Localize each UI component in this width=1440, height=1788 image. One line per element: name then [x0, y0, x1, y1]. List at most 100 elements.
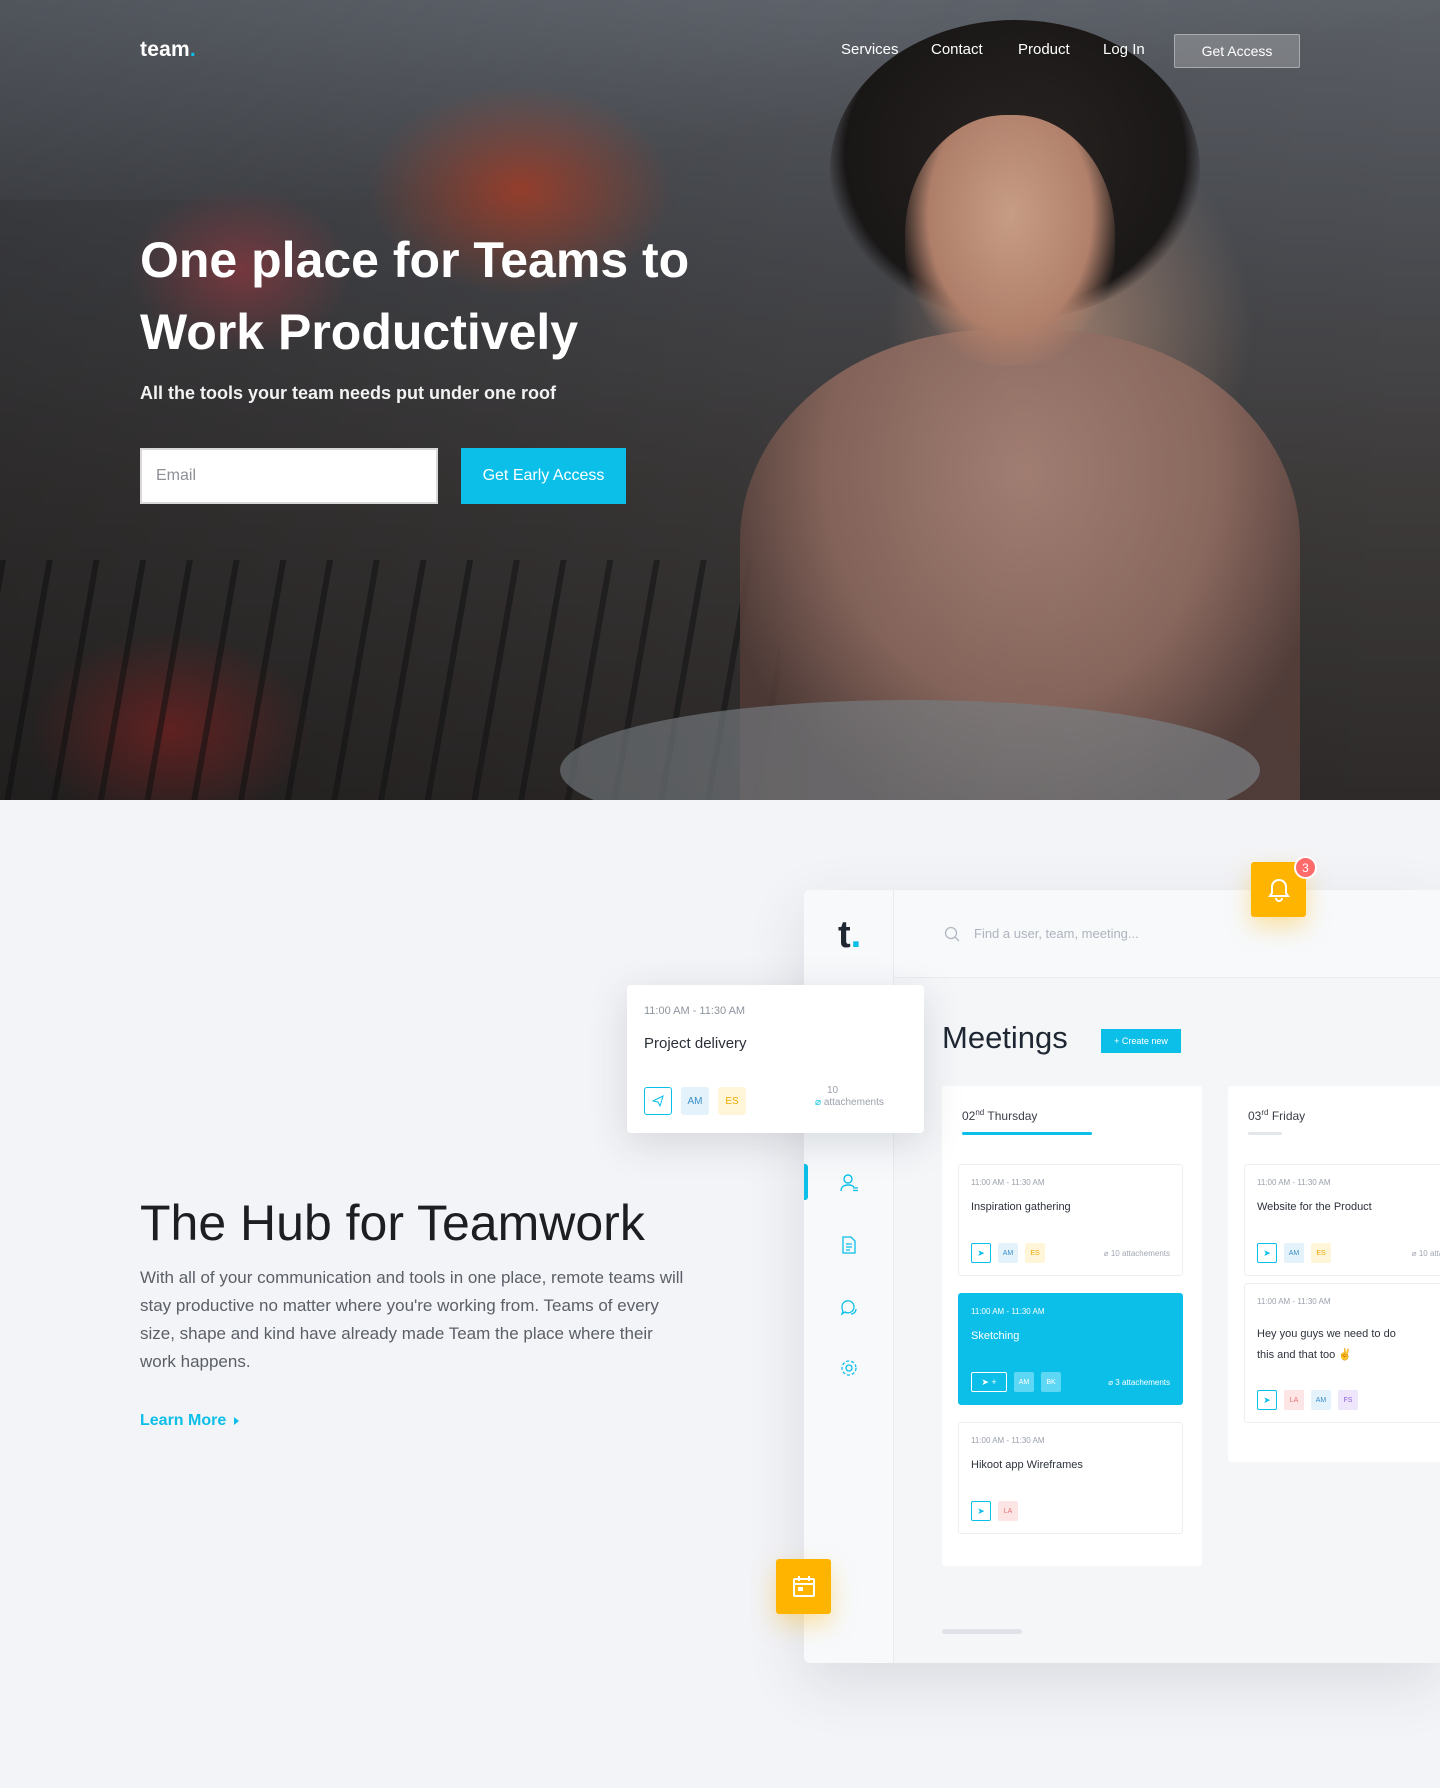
brand-logo-dot: .: [189, 38, 196, 61]
chat-icon[interactable]: [839, 1298, 859, 1318]
meeting-title: Website for the Product: [1257, 1201, 1372, 1213]
attachments-label: 3 attachements: [1115, 1378, 1170, 1387]
day-column-friday: 03rd Friday 11:00 AM - 11:30 AM Website …: [1228, 1086, 1440, 1462]
day-header[interactable]: 03rd Friday: [1248, 1108, 1305, 1123]
day-header[interactable]: 02nd Thursday: [962, 1108, 1037, 1123]
meeting-actions: ➤ + AM BK: [971, 1372, 1061, 1392]
meeting-time: 11:00 AM - 11:30 AM: [1257, 1178, 1331, 1187]
day-date-suffix: rd: [1261, 1108, 1269, 1117]
meeting-card[interactable]: 11:00 AM - 11:30 AM Hey you guys we need…: [1244, 1283, 1440, 1423]
hero-subtitle: All the tools your team needs put under …: [140, 383, 557, 403]
meeting-actions: ➤ AM ES: [1257, 1243, 1331, 1263]
day-weekday: Thursday: [987, 1109, 1038, 1123]
learn-more-link[interactable]: Learn More: [140, 1412, 240, 1430]
caret-right-icon: [234, 1417, 240, 1425]
day-tab-indicator: [962, 1132, 1092, 1135]
meeting-actions: ➤ AM ES: [971, 1243, 1045, 1263]
meeting-attachments[interactable]: ⌀ 10 attachements: [1104, 1249, 1170, 1258]
day-weekday: Friday: [1271, 1109, 1306, 1123]
meeting-time: 11:00 AM - 11:30 AM: [644, 1005, 746, 1017]
meeting-title: Sketching: [971, 1330, 1020, 1342]
nav-link-services[interactable]: Services: [841, 41, 899, 58]
meeting-time: 11:00 AM - 11:30 AM: [971, 1178, 1045, 1187]
avatar-chip[interactable]: ES: [1311, 1243, 1331, 1263]
paperclip-icon: ⌀: [1103, 1249, 1109, 1258]
send-icon[interactable]: ➤: [1257, 1390, 1277, 1410]
meeting-attachments[interactable]: ⌀ 3 attachements: [1108, 1378, 1170, 1387]
meeting-actions: ➤ LA: [971, 1501, 1018, 1521]
user-icon[interactable]: [839, 1173, 859, 1193]
calendar-icon: [792, 1575, 815, 1597]
day-column-thursday: 02nd Thursday 11:00 AM - 11:30 AM Inspir…: [942, 1086, 1202, 1566]
app-search-input[interactable]: [974, 920, 1274, 946]
meeting-title: Project delivery: [644, 1035, 747, 1052]
avatar-chip[interactable]: BK: [1041, 1372, 1061, 1392]
app-topbar: [894, 890, 1440, 978]
email-input[interactable]: [140, 448, 438, 504]
feature-body: With all of your communication and tools…: [140, 1268, 684, 1371]
meeting-card[interactable]: 11:00 AM - 11:30 AM Website for the Prod…: [1244, 1164, 1440, 1276]
gear-icon[interactable]: [839, 1358, 859, 1378]
attachments-label: 10 attachements: [1110, 1249, 1170, 1258]
sidebar-active-indicator: [804, 1164, 808, 1200]
day-date-suffix: nd: [975, 1108, 985, 1117]
meeting-attachments[interactable]: 10 ⌀ attachements: [815, 1085, 884, 1109]
attachments-count: 10: [827, 1085, 839, 1096]
brand-logo-text: team: [140, 38, 190, 61]
feature-title: The Hub for Teamwork: [140, 1195, 645, 1251]
meeting-card-active[interactable]: 11:00 AM - 11:30 AM Sketching ➤ + AM BK …: [958, 1293, 1183, 1405]
attachments-label: attachements: [823, 1097, 884, 1108]
paperclip-icon: ⌀: [1108, 1378, 1114, 1387]
meeting-card[interactable]: 11:00 AM - 11:30 AM Inspiration gatherin…: [958, 1164, 1183, 1276]
avatar-chip[interactable]: ES: [718, 1087, 746, 1115]
meeting-time: 11:00 AM - 11:30 AM: [971, 1436, 1045, 1445]
avatar-chip[interactable]: AM: [681, 1087, 709, 1115]
avatar-chip[interactable]: LA: [1284, 1390, 1304, 1410]
nav-link-login[interactable]: Log In: [1103, 41, 1145, 58]
meeting-time: 11:00 AM - 11:30 AM: [1257, 1297, 1331, 1306]
meeting-title: Hey you guys we need to do this and that…: [1257, 1328, 1396, 1361]
meeting-time: 11:00 AM - 11:30 AM: [971, 1307, 1045, 1316]
app-logo[interactable]: t.: [838, 914, 861, 957]
horizontal-scrollbar[interactable]: [942, 1629, 1022, 1634]
avatar-chip[interactable]: ES: [1025, 1243, 1045, 1263]
day-date: 02: [962, 1109, 976, 1123]
day-date: 03: [1248, 1109, 1262, 1123]
avatar-chip[interactable]: FS: [1338, 1390, 1358, 1410]
document-icon[interactable]: [839, 1235, 859, 1255]
learn-more-label: Learn More: [140, 1412, 227, 1429]
brand-logo[interactable]: team.: [140, 38, 196, 62]
get-access-button[interactable]: Get Access: [1174, 34, 1300, 68]
send-icon[interactable]: [644, 1087, 672, 1115]
avatar-chip[interactable]: AM: [998, 1243, 1018, 1263]
avatar-chip[interactable]: AM: [1311, 1390, 1331, 1410]
meeting-title: Inspiration gathering: [971, 1201, 1071, 1213]
popout-meeting-card[interactable]: 11:00 AM - 11:30 AM Project delivery AM …: [627, 985, 924, 1133]
meeting-actions: ➤ LA AM FS: [1257, 1390, 1358, 1410]
notification-badge: 3: [1294, 856, 1317, 879]
nav-link-product[interactable]: Product: [1018, 41, 1070, 58]
create-new-button[interactable]: + Create new: [1101, 1029, 1181, 1053]
send-icon[interactable]: ➤: [971, 1501, 991, 1521]
avatar-chip[interactable]: LA: [998, 1501, 1018, 1521]
app-logo-text: t: [838, 914, 851, 956]
meeting-card[interactable]: 11:00 AM - 11:30 AM Hikoot app Wireframe…: [958, 1422, 1183, 1534]
send-icon[interactable]: ➤: [1257, 1243, 1277, 1263]
nav-link-contact[interactable]: Contact: [931, 41, 983, 58]
paperclip-icon: ⌀: [1411, 1249, 1417, 1258]
avatar-chip[interactable]: AM: [1284, 1243, 1304, 1263]
meeting-actions: AM ES: [644, 1087, 746, 1115]
send-icon[interactable]: ➤: [971, 1243, 991, 1263]
get-early-access-button[interactable]: Get Early Access: [461, 448, 626, 504]
calendar-button[interactable]: [776, 1559, 831, 1614]
app-logo-dot: .: [850, 914, 862, 956]
day-tab-indicator: [1248, 1132, 1282, 1135]
meetings-title: Meetings: [942, 1020, 1068, 1055]
search-icon: [944, 926, 960, 942]
send-icon[interactable]: ➤ +: [971, 1372, 1007, 1392]
hero-section: team. Services Contact Product Log In Ge…: [0, 0, 1440, 800]
meeting-attachments[interactable]: ⌀ 10 attachements: [1412, 1249, 1440, 1258]
avatar-chip[interactable]: AM: [1014, 1372, 1034, 1392]
paperclip-icon: ⌀: [815, 1097, 822, 1108]
bell-icon: [1267, 878, 1290, 902]
